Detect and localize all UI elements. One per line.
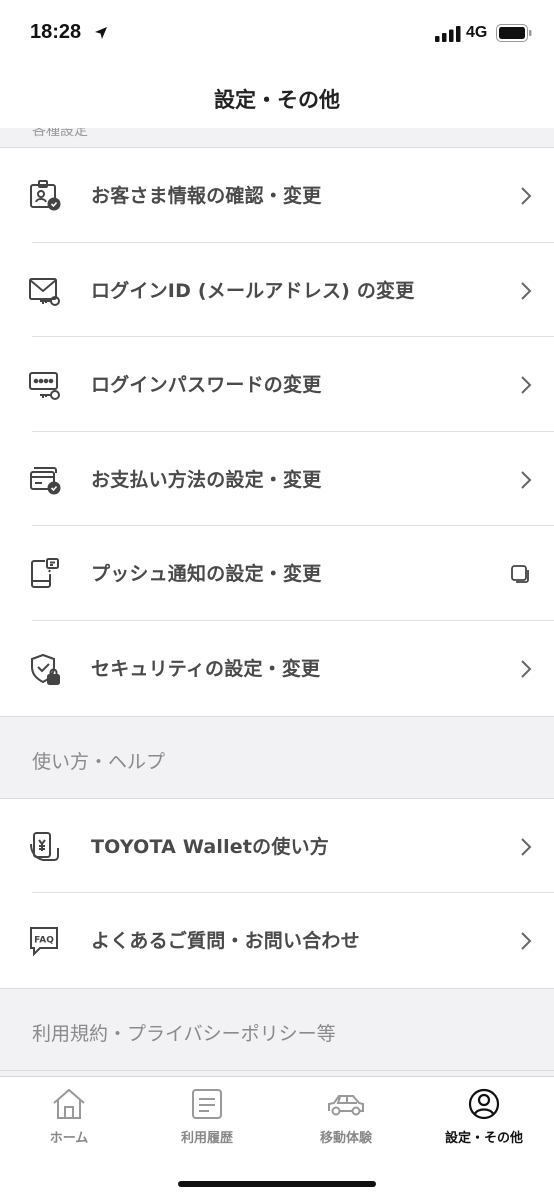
- shield-lock-icon: [28, 652, 62, 686]
- list-item-label: お客さま情報の確認・変更: [91, 185, 322, 207]
- tab-label: 設定・その他: [444, 1131, 523, 1146]
- list-item-label: ログインパスワードの変更: [91, 374, 322, 397]
- status-time: 18:28: [30, 21, 82, 43]
- navigation-header: 設定・その他: [0, 66, 554, 128]
- mail-key-icon: [28, 274, 62, 308]
- tab-home[interactable]: ホーム: [0, 1087, 138, 1157]
- faq-icon: FAQ: [28, 924, 62, 958]
- list-item-login-password[interactable]: ログインパスワードの変更: [0, 337, 554, 432]
- battery-icon: [496, 24, 532, 46]
- profile-check-icon: [28, 179, 62, 213]
- external-link-icon: [510, 564, 530, 588]
- account-settings-group: お客さま情報の確認・変更 ログインID (メールアドレス) の変更 ログインパス…: [0, 148, 554, 717]
- tab-history[interactable]: 利用履歴: [138, 1087, 276, 1157]
- cellular-signal-icon: [435, 26, 461, 46]
- home-indicator: [178, 1181, 376, 1187]
- list-item-push-notification[interactable]: プッシュ通知の設定・変更: [0, 526, 554, 621]
- list-item-label: よくあるご質問・お問い合わせ: [91, 930, 360, 953]
- chevron-right-icon: [520, 659, 532, 683]
- list-item-faq[interactable]: FAQ よくあるご質問・お問い合わせ: [0, 893, 554, 988]
- phone-notification-icon: [28, 557, 62, 591]
- chevron-right-icon: [520, 375, 532, 399]
- page-title: 設定・その他: [214, 88, 340, 112]
- section-header-partial-label: 各種設定: [32, 128, 88, 139]
- history-icon: [192, 1089, 222, 1119]
- chevron-right-icon: [520, 281, 532, 305]
- list-item-label: ログインID (メールアドレス) の変更: [91, 279, 415, 302]
- list-item-label: プッシュ通知の設定・変更: [91, 563, 322, 586]
- settings-list[interactable]: 各種設定 お客さま情報の確認・変更 ログインID (メールアドレス) の変更 ロ…: [0, 128, 554, 1076]
- status-bar: 18:28 4G: [0, 0, 554, 66]
- section-header-help: 使い方・ヘルプ: [0, 716, 554, 799]
- tab-mobility[interactable]: 移動体験: [277, 1087, 415, 1157]
- svg-text:FAQ: FAQ: [34, 936, 54, 946]
- list-item-label: TOYOTA Walletの使い方: [91, 835, 329, 858]
- home-icon: [53, 1088, 85, 1119]
- help-group: TOYOTA Walletの使い方 FAQ よくあるご質問・お問い合わせ: [0, 798, 554, 989]
- list-item-payment-method[interactable]: お支払い方法の設定・変更: [0, 432, 554, 527]
- chevron-right-icon: [520, 931, 532, 955]
- wallet-phone-icon: [28, 830, 62, 864]
- tab-label: 移動体験: [319, 1131, 372, 1146]
- chevron-right-icon: [520, 470, 532, 494]
- car-icon: [328, 1095, 364, 1116]
- password-key-icon: [28, 368, 62, 402]
- chevron-right-icon: [520, 837, 532, 861]
- tab-label: ホーム: [49, 1131, 89, 1146]
- section-header-partial: 各種設定: [0, 128, 554, 148]
- list-item-label: お支払い方法の設定・変更: [91, 468, 322, 491]
- list-item-how-to-use[interactable]: TOYOTA Walletの使い方: [0, 799, 554, 894]
- section-header-terms: 利用規約・プライバシーポリシー等: [0, 988, 554, 1071]
- section-header-label: 使い方・ヘルプ: [32, 750, 166, 773]
- card-check-icon: [28, 463, 62, 497]
- list-item-login-id[interactable]: ログインID (メールアドレス) の変更: [0, 243, 554, 338]
- list-item-label: セキュリティの設定・変更: [91, 657, 321, 680]
- chevron-right-icon: [520, 186, 532, 210]
- location-arrow-icon: [94, 25, 108, 44]
- list-item-security[interactable]: セキュリティの設定・変更: [0, 621, 554, 716]
- tab-settings[interactable]: 設定・その他: [415, 1087, 553, 1157]
- list-item-customer-info[interactable]: お客さま情報の確認・変更: [0, 148, 554, 243]
- user-circle-icon: [468, 1088, 500, 1120]
- section-header-label: 利用規約・プライバシーポリシー等: [32, 1022, 336, 1045]
- network-type-label: 4G: [466, 24, 488, 41]
- tab-label: 利用履歴: [180, 1131, 233, 1146]
